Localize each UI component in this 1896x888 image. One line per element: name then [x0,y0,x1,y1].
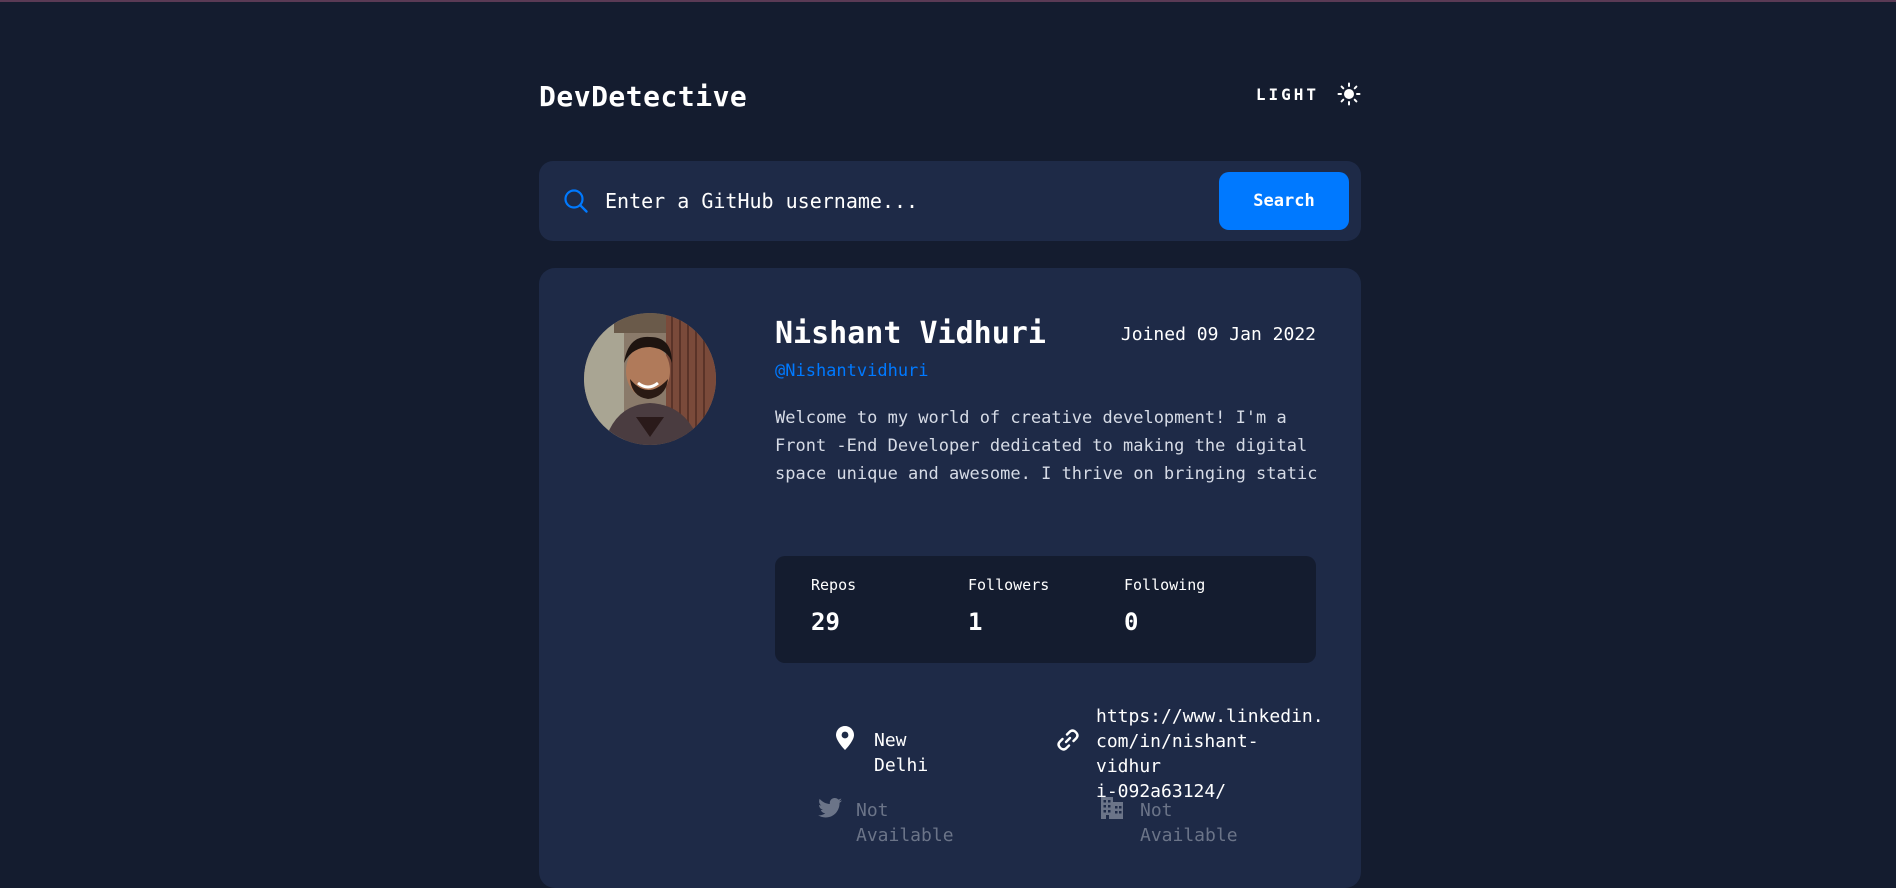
website-line: https://www.linkedin. [1096,706,1324,727]
stat-label: Following [1124,576,1206,594]
stat-value: 0 [1124,608,1139,636]
stat-repos: Repos 29 [811,576,856,636]
avatar [584,313,716,445]
stat-label: Repos [811,576,857,594]
twitter-icon [818,798,842,818]
stat-following: Following 0 [1124,576,1205,636]
company-text: Not Available [1140,800,1238,846]
website-item[interactable]: https://www.linkedin. com/in/nishant-vid… [1056,704,1324,804]
profile-name: Nishant Vidhuri [775,316,1046,351]
profile-handle-link[interactable]: @Nishantvidhuri [775,361,929,381]
theme-toggle-button[interactable]: LIGHT [1256,82,1361,106]
stat-label: Followers [968,576,1050,594]
profile-card: Nishant Vidhuri Joined 09 Jan 2022 @Nish… [539,268,1361,888]
stat-value: 1 [968,608,983,636]
sun-icon [1337,82,1361,106]
stats-panel: Repos 29 Followers 1 Following 0 [775,556,1316,663]
search-bar: Search [539,161,1361,241]
search-button[interactable]: Search [1219,172,1349,230]
building-icon [1100,796,1124,820]
stat-followers: Followers 1 [968,576,1049,636]
profile-bio: Welcome to my world of creative developm… [775,408,1318,484]
top-border [0,0,1896,2]
location-text: New Delhi [874,730,929,776]
app-logo: DevDetective [539,80,748,113]
company-item: Not Available [1100,796,1238,848]
joined-date: Joined 09 Jan 2022 [1120,324,1316,345]
search-input[interactable] [605,181,1125,221]
location-pin-icon [836,726,854,750]
stat-value: 29 [811,608,840,636]
link-icon [1056,728,1080,752]
theme-toggle-label: LIGHT [1255,84,1319,104]
twitter-text: Not Available [856,800,954,846]
twitter-item: Not Available [818,796,954,848]
search-icon [563,188,589,214]
header: DevDetective LIGHT [539,80,1361,120]
location-item: New Delhi [836,726,928,778]
website-link[interactable]: https://www.linkedin. com/in/nishant-vid… [1096,704,1324,804]
website-line: com/in/nishant-vidhur [1096,731,1259,777]
